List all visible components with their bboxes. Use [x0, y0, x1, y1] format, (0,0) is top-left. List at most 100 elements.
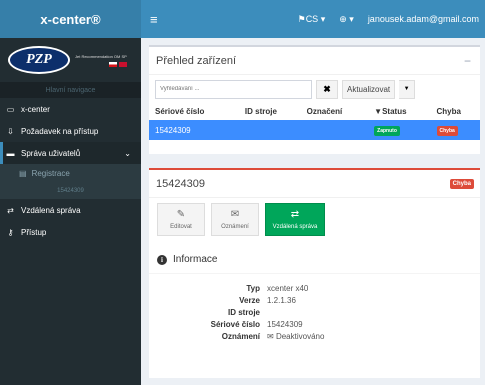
- column-header[interactable]: Chyba: [431, 103, 481, 120]
- caret-down-icon: ▼: [403, 86, 410, 92]
- panel-header: Přehled zařízení −: [149, 47, 480, 75]
- info-value: 1.2.1.36: [267, 295, 296, 305]
- edit-button[interactable]: ✎ Editovat: [157, 203, 205, 236]
- info-key: Oznámení: [221, 331, 260, 341]
- info-row: Sériové číslo 15424309: [149, 318, 480, 330]
- sidebar-subitem-label: Registrace: [31, 169, 70, 178]
- top-navbar: x-center® ≡ ⚑CS ▾ ⊕ ▾ janousek.adam@gmai…: [0, 0, 485, 38]
- column-header[interactable]: Označení: [301, 103, 369, 120]
- action-buttons: ✎ Editovat ✉ Oznámení ⇄ Vzdálená správa: [149, 198, 480, 236]
- info-key: Typ: [246, 283, 260, 293]
- exchange-icon: ⇄: [290, 209, 300, 220]
- sidebar-item-label: x-center: [21, 104, 50, 114]
- envelope-icon: ✉: [230, 209, 240, 220]
- sidebar-subitem-registrace[interactable]: ▤ Registrace: [0, 164, 141, 183]
- flags: [75, 61, 127, 67]
- app-title[interactable]: x-center®: [0, 0, 141, 38]
- flag-icon: ⚑: [297, 13, 306, 24]
- globe-icon: ⊕: [339, 13, 347, 24]
- table-row[interactable]: 15424309 Zapnuto Chyba: [149, 120, 480, 140]
- pzp-logo: PZP: [8, 46, 70, 74]
- error-badge: Chyba: [449, 178, 474, 189]
- info-row: Typ xcenter x40: [149, 282, 480, 294]
- collapse-icon[interactable]: −: [464, 54, 471, 68]
- sidebar-item-vzdalena-sprava[interactable]: ⇄ Vzdálená správa: [0, 199, 141, 221]
- monitor-icon: ▭: [6, 104, 15, 114]
- info-section-header: i Informace: [149, 254, 480, 265]
- info-row: Verze 1.2.1.36: [149, 294, 480, 306]
- device-overview-panel: Přehled zařízení − ✖ Aktualizovat ▼ Séri…: [149, 45, 480, 154]
- chevron-down-icon: ⌄: [124, 148, 131, 158]
- notification-button[interactable]: ✉ Oznámení: [211, 203, 259, 236]
- info-title: Informace: [173, 254, 218, 265]
- info-row: Oznámení ✉ Deaktivováno: [149, 330, 480, 342]
- cell-serial: 15424309: [149, 120, 239, 140]
- sidebar-item-pozadavek[interactable]: ⇩ Požadavek na přístup: [0, 120, 141, 142]
- cell-label: [300, 120, 369, 140]
- info-value: 15424309: [267, 319, 303, 329]
- panel-title: Přehled zařízení: [156, 54, 237, 67]
- sidebar-item-label: Přístup: [21, 227, 47, 237]
- info-key: ID stroje: [227, 307, 260, 317]
- table-header-row: Sériové číslo ID stroje Označení ▼Status…: [149, 103, 480, 120]
- user-email[interactable]: janousek.adam@gmail.com: [368, 14, 479, 24]
- brand-side: Jet Recommendation OM SP: [75, 54, 127, 67]
- notification-label: Oznámení: [221, 224, 249, 230]
- close-icon: ✖: [323, 83, 331, 94]
- info-value: xcenter x40: [267, 283, 309, 293]
- sidebar-item-sprava-uzivatelu[interactable]: ▬ Správa uživatelů ⌄: [0, 142, 141, 164]
- brand: PZP Jet Recommendation OM SP: [0, 38, 141, 82]
- language-dropdown[interactable]: ⚑CS ▾: [298, 14, 326, 25]
- column-header[interactable]: Sériové číslo: [149, 103, 239, 120]
- info-key: Verze: [239, 295, 260, 305]
- clear-button[interactable]: ✖: [316, 79, 338, 99]
- panel-header: 15424309 Chyba: [149, 170, 480, 198]
- sidebar-subitem-serial[interactable]: 15424309: [0, 183, 141, 199]
- cell-machine-id: [238, 120, 301, 140]
- edit-label: Editovat: [170, 224, 192, 230]
- column-header[interactable]: ID stroje: [239, 103, 301, 120]
- error-badge: Chyba: [436, 125, 458, 136]
- cell-error: Chyba: [430, 120, 480, 140]
- notification-status: Deaktivováno: [275, 331, 325, 341]
- nav-header: Hlavní navigace: [0, 82, 141, 98]
- list-icon: ▤: [19, 169, 27, 178]
- network-dropdown[interactable]: ⊕ ▾: [339, 14, 354, 25]
- column-header[interactable]: ▼Status: [368, 103, 430, 120]
- top-right-menu: ⚑CS ▾ ⊕ ▾ janousek.adam@gmail.com: [298, 14, 485, 25]
- cz-flag-icon[interactable]: [108, 61, 117, 67]
- en-flag-icon[interactable]: [118, 61, 127, 67]
- remote-management-button[interactable]: ⇄ Vzdálená správa: [265, 203, 325, 236]
- status-badge: Zapnuto: [374, 125, 400, 136]
- sidebar-item-pristup[interactable]: ⚷ Přístup: [0, 221, 141, 243]
- info-icon: i: [157, 254, 167, 265]
- search-input[interactable]: [155, 79, 312, 99]
- sidebar-item-label: Vzdálená správa: [21, 205, 81, 215]
- info-list: Typ xcenter x40 Verze 1.2.1.36 ID stroje…: [149, 282, 480, 342]
- key-icon: ⚷: [7, 227, 14, 237]
- info-key: Sériové číslo: [210, 319, 260, 329]
- sidebar-item-label: Požadavek na přístup: [21, 126, 99, 136]
- toolbar: ✖ Aktualizovat ▼: [149, 75, 480, 103]
- refresh-dropdown[interactable]: ▼: [399, 79, 416, 99]
- envelope-icon: ✉: [267, 331, 276, 341]
- device-table: Sériové číslo ID stroje Označení ▼Status…: [149, 103, 480, 140]
- submenu: ▤ Registrace 15424309: [0, 164, 141, 199]
- remote-management-label: Vzdálená správa: [272, 224, 318, 230]
- sidebar: PZP Jet Recommendation OM SP Hlavní navi…: [0, 38, 141, 385]
- user-card-icon: ▬: [6, 148, 15, 158]
- refresh-button[interactable]: Aktualizovat: [342, 79, 396, 99]
- cell-status: Zapnuto: [368, 120, 431, 140]
- sidebar-item-label: Správa uživatelů: [21, 148, 81, 158]
- download-icon: ⇩: [7, 126, 14, 136]
- device-detail-panel: 15424309 Chyba ✎ Editovat ✉ Oznámení ⇄ V…: [149, 168, 480, 378]
- info-row: ID stroje: [149, 306, 480, 318]
- hamburger-icon[interactable]: ≡: [150, 12, 158, 27]
- edit-icon: ✎: [176, 209, 186, 220]
- logo-subtitle: Jet Recommendation OM SP: [75, 53, 127, 59]
- exchange-icon: ⇄: [7, 205, 14, 215]
- detail-title: 15424309: [156, 177, 205, 190]
- divider: [149, 273, 480, 274]
- info-value: ✉ Deaktivováno: [267, 332, 324, 341]
- sidebar-item-x-center[interactable]: ▭ x-center: [0, 98, 141, 120]
